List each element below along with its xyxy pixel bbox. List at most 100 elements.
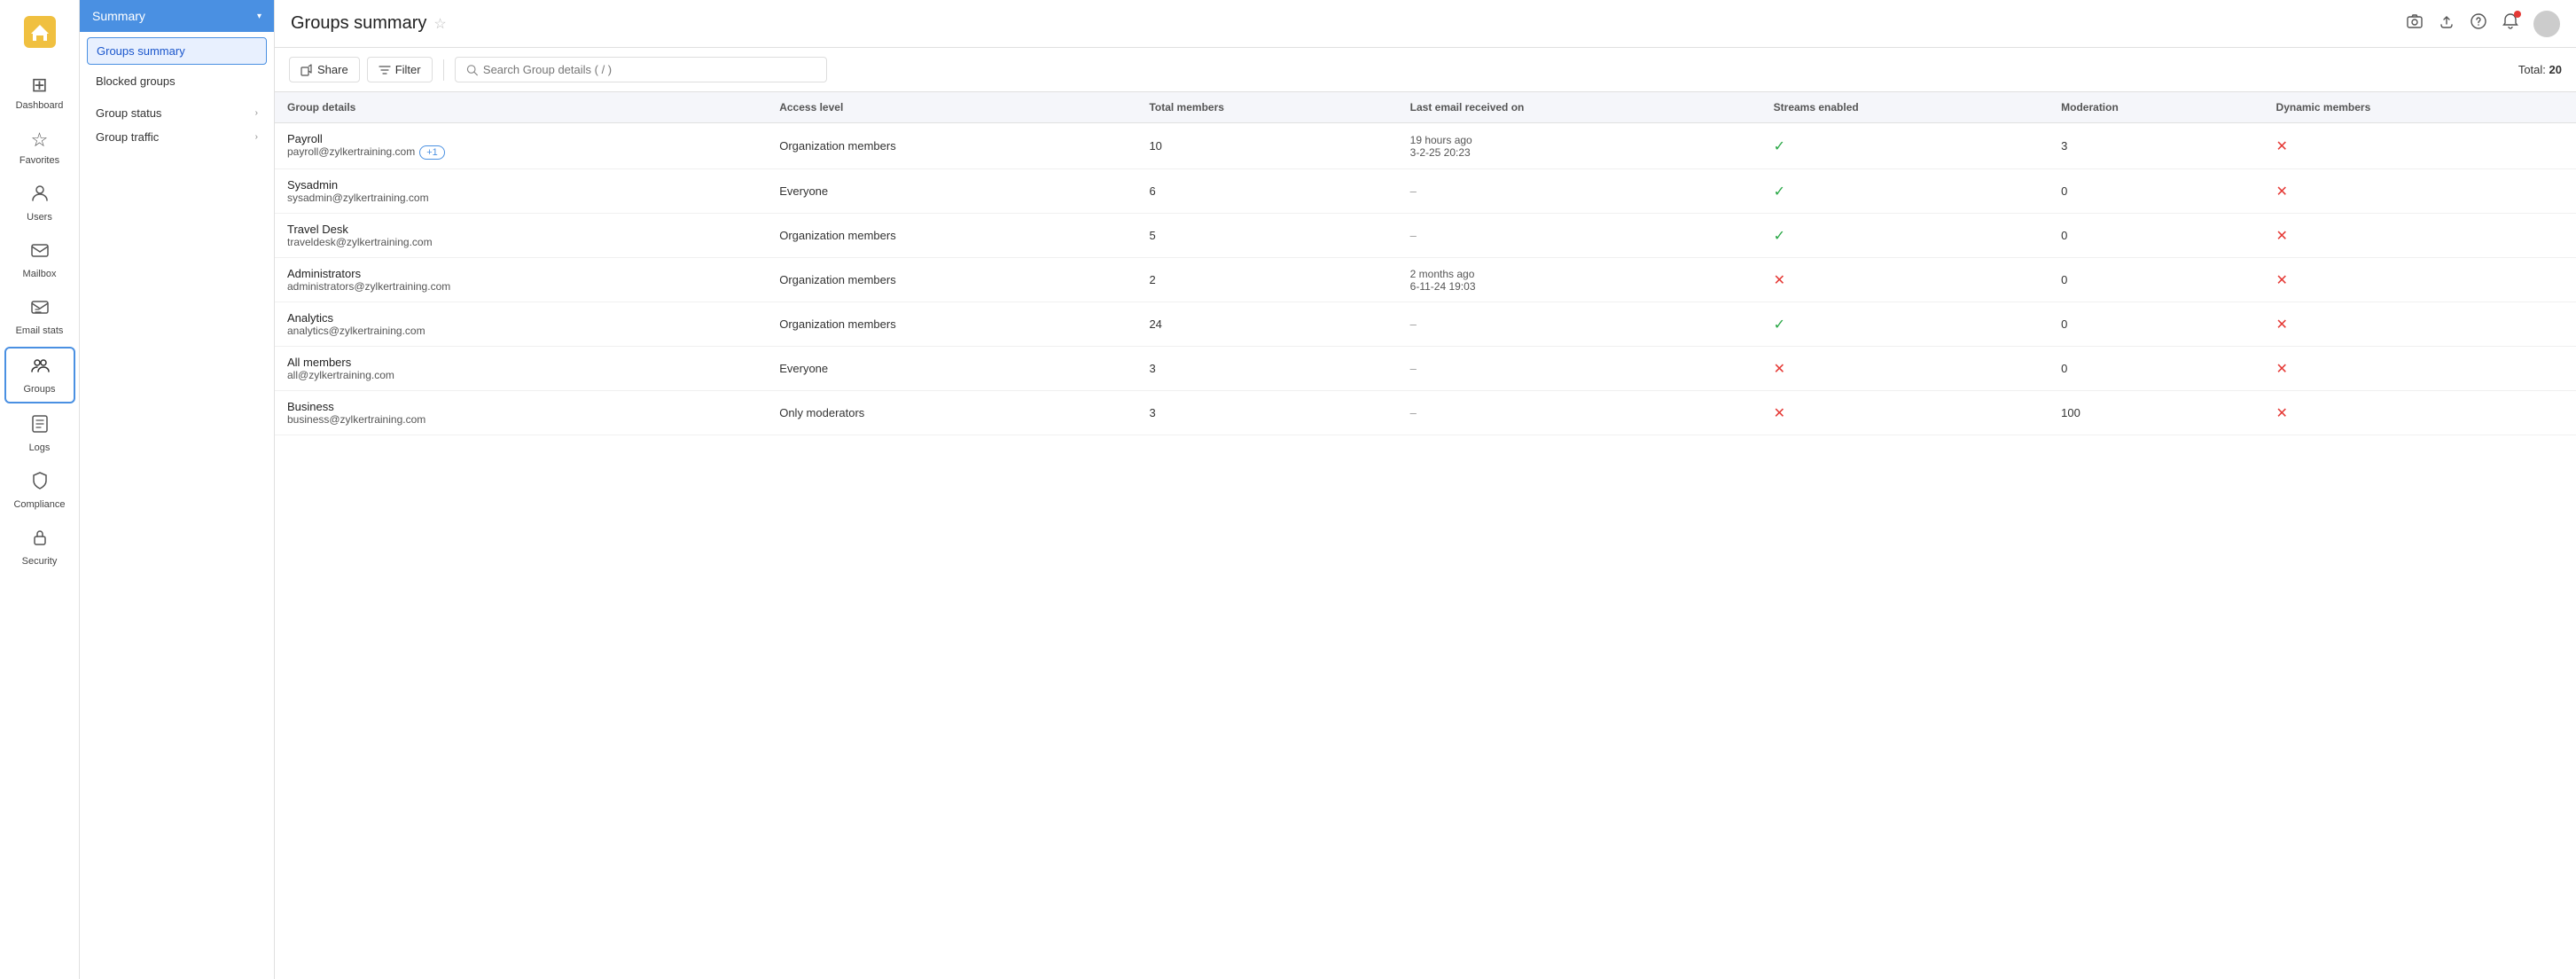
chevron-right-icon: › <box>255 132 258 142</box>
share-icon <box>301 64 313 76</box>
dash-indicator: – <box>1410 184 1417 198</box>
dash-indicator: – <box>1410 406 1417 419</box>
camera-icon[interactable] <box>2406 12 2424 35</box>
submenu-items: Groups summary Blocked groups <box>80 32 274 99</box>
cross-icon: ✕ <box>2276 184 2288 200</box>
group-email: business@zylkertraining.com <box>287 413 754 426</box>
email-date: 3-2-25 20:23 <box>1410 146 1749 159</box>
email-time: 2 months ago <box>1410 268 1749 280</box>
cell-dynamic-members: ✕ <box>2264 347 2576 391</box>
table-row: Businessbusiness@zylkertraining.comOnly … <box>275 391 2576 435</box>
group-email: analytics@zylkertraining.com <box>287 325 754 337</box>
search-input[interactable] <box>483 63 816 76</box>
cross-icon: ✕ <box>2276 406 2288 421</box>
check-icon: ✓ <box>1774 229 1785 244</box>
dash-indicator: – <box>1410 229 1417 242</box>
groups-icon <box>30 356 50 380</box>
cell-group-details: All membersall@zylkertraining.com <box>275 347 767 391</box>
submenu-title: Summary <box>92 9 145 23</box>
cell-group-details: Travel Desktraveldesk@zylkertraining.com <box>275 214 767 258</box>
cell-group-details: Businessbusiness@zylkertraining.com <box>275 391 767 435</box>
sidebar-item-security[interactable]: Security <box>4 521 75 574</box>
col-group-details: Group details <box>275 92 767 123</box>
group-email: administrators@zylkertraining.com <box>287 280 754 293</box>
sidebar-item-label: Favorites <box>20 155 59 166</box>
dash-indicator: – <box>1410 362 1417 375</box>
security-icon <box>30 528 50 552</box>
group-email: sysadmin@zylkertraining.com <box>287 192 754 204</box>
notifications-icon[interactable] <box>2502 12 2519 35</box>
cell-last-email: 19 hours ago3-2-25 20:23 <box>1398 123 1761 169</box>
submenu-item-blocked-groups[interactable]: Blocked groups <box>80 67 274 96</box>
page-title: Groups summary ☆ <box>291 13 447 34</box>
cell-dynamic-members: ✕ <box>2264 258 2576 302</box>
cell-streams-enabled: ✓ <box>1761 123 2049 169</box>
main-sidebar: ⊞ Dashboard ☆ Favorites Users Mailbox Em… <box>0 0 80 979</box>
favorite-star-icon[interactable]: ☆ <box>433 15 446 33</box>
cross-icon: ✕ <box>1774 273 1785 288</box>
cross-icon: ✕ <box>2276 139 2288 154</box>
submenu-item-groups-summary[interactable]: Groups summary <box>87 37 267 65</box>
group-email: traveldesk@zylkertraining.com <box>287 236 754 248</box>
cell-last-email: – <box>1398 391 1761 435</box>
sidebar-item-label: Mailbox <box>23 269 57 279</box>
cell-streams-enabled: ✓ <box>1761 302 2049 347</box>
logs-icon <box>30 414 50 439</box>
group-name: Travel Desk <box>287 223 754 236</box>
email-time: 19 hours ago <box>1410 134 1749 146</box>
sidebar-item-email-stats[interactable]: Email stats <box>4 290 75 343</box>
group-name: Payroll <box>287 132 754 145</box>
col-total-members: Total members <box>1136 92 1397 123</box>
app-logo[interactable] <box>17 9 63 58</box>
group-name: Sysadmin <box>287 178 754 192</box>
cell-last-email: – <box>1398 214 1761 258</box>
email-date: 6-11-24 19:03 <box>1410 280 1749 293</box>
cell-streams-enabled: ✓ <box>1761 214 2049 258</box>
share-button[interactable]: Share <box>289 57 360 82</box>
groups-table: Group details Access level Total members… <box>275 92 2576 435</box>
cell-moderation: 0 <box>2049 169 2263 214</box>
sidebar-item-mailbox[interactable]: Mailbox <box>4 233 75 286</box>
col-dynamic-members: Dynamic members <box>2264 92 2576 123</box>
upload-icon[interactable] <box>2438 12 2455 35</box>
filter-button[interactable]: Filter <box>367 57 433 82</box>
cell-access-level: Everyone <box>767 347 1136 391</box>
sidebar-item-users[interactable]: Users <box>4 176 75 230</box>
help-icon[interactable] <box>2470 12 2487 35</box>
check-icon: ✓ <box>1774 317 1785 333</box>
filter-icon <box>379 64 391 76</box>
cell-dynamic-members: ✕ <box>2264 169 2576 214</box>
cell-total-members: 3 <box>1136 391 1397 435</box>
sidebar-item-label: Email stats <box>16 325 64 336</box>
cell-last-email: – <box>1398 347 1761 391</box>
cell-total-members: 24 <box>1136 302 1397 347</box>
group-badge[interactable]: +1 <box>419 145 445 160</box>
check-icon: ✓ <box>1774 184 1785 200</box>
cell-total-members: 5 <box>1136 214 1397 258</box>
group-email: payroll@zylkertraining.com+1 <box>287 145 754 160</box>
chevron-right-icon: › <box>255 108 258 118</box>
toolbar: Share Filter Total: 20 <box>275 48 2576 92</box>
cell-access-level: Only moderators <box>767 391 1136 435</box>
sidebar-item-logs[interactable]: Logs <box>4 407 75 460</box>
users-icon <box>30 184 50 208</box>
cell-moderation: 100 <box>2049 391 2263 435</box>
cell-moderation: 0 <box>2049 214 2263 258</box>
table-row: Analyticsanalytics@zylkertraining.comOrg… <box>275 302 2576 347</box>
table-body: Payrollpayroll@zylkertraining.com+1Organ… <box>275 123 2576 435</box>
user-avatar[interactable] <box>2533 11 2560 37</box>
submenu-group-status[interactable]: Group status › <box>80 99 274 123</box>
sidebar-item-dashboard[interactable]: ⊞ Dashboard <box>4 67 75 118</box>
search-box[interactable] <box>455 57 827 82</box>
group-name: All members <box>287 356 754 369</box>
sidebar-item-label: Security <box>22 556 58 567</box>
sidebar-item-groups[interactable]: Groups <box>4 347 75 403</box>
submenu-group-traffic[interactable]: Group traffic › <box>80 123 274 147</box>
group-name: Business <box>287 400 754 413</box>
submenu-header[interactable]: Summary ▾ <box>80 0 274 32</box>
sidebar-item-compliance[interactable]: Compliance <box>4 464 75 517</box>
table-row: All membersall@zylkertraining.comEveryon… <box>275 347 2576 391</box>
group-name: Administrators <box>287 267 754 280</box>
sidebar-item-label: Compliance <box>13 499 65 510</box>
sidebar-item-favorites[interactable]: ☆ Favorites <box>4 121 75 173</box>
